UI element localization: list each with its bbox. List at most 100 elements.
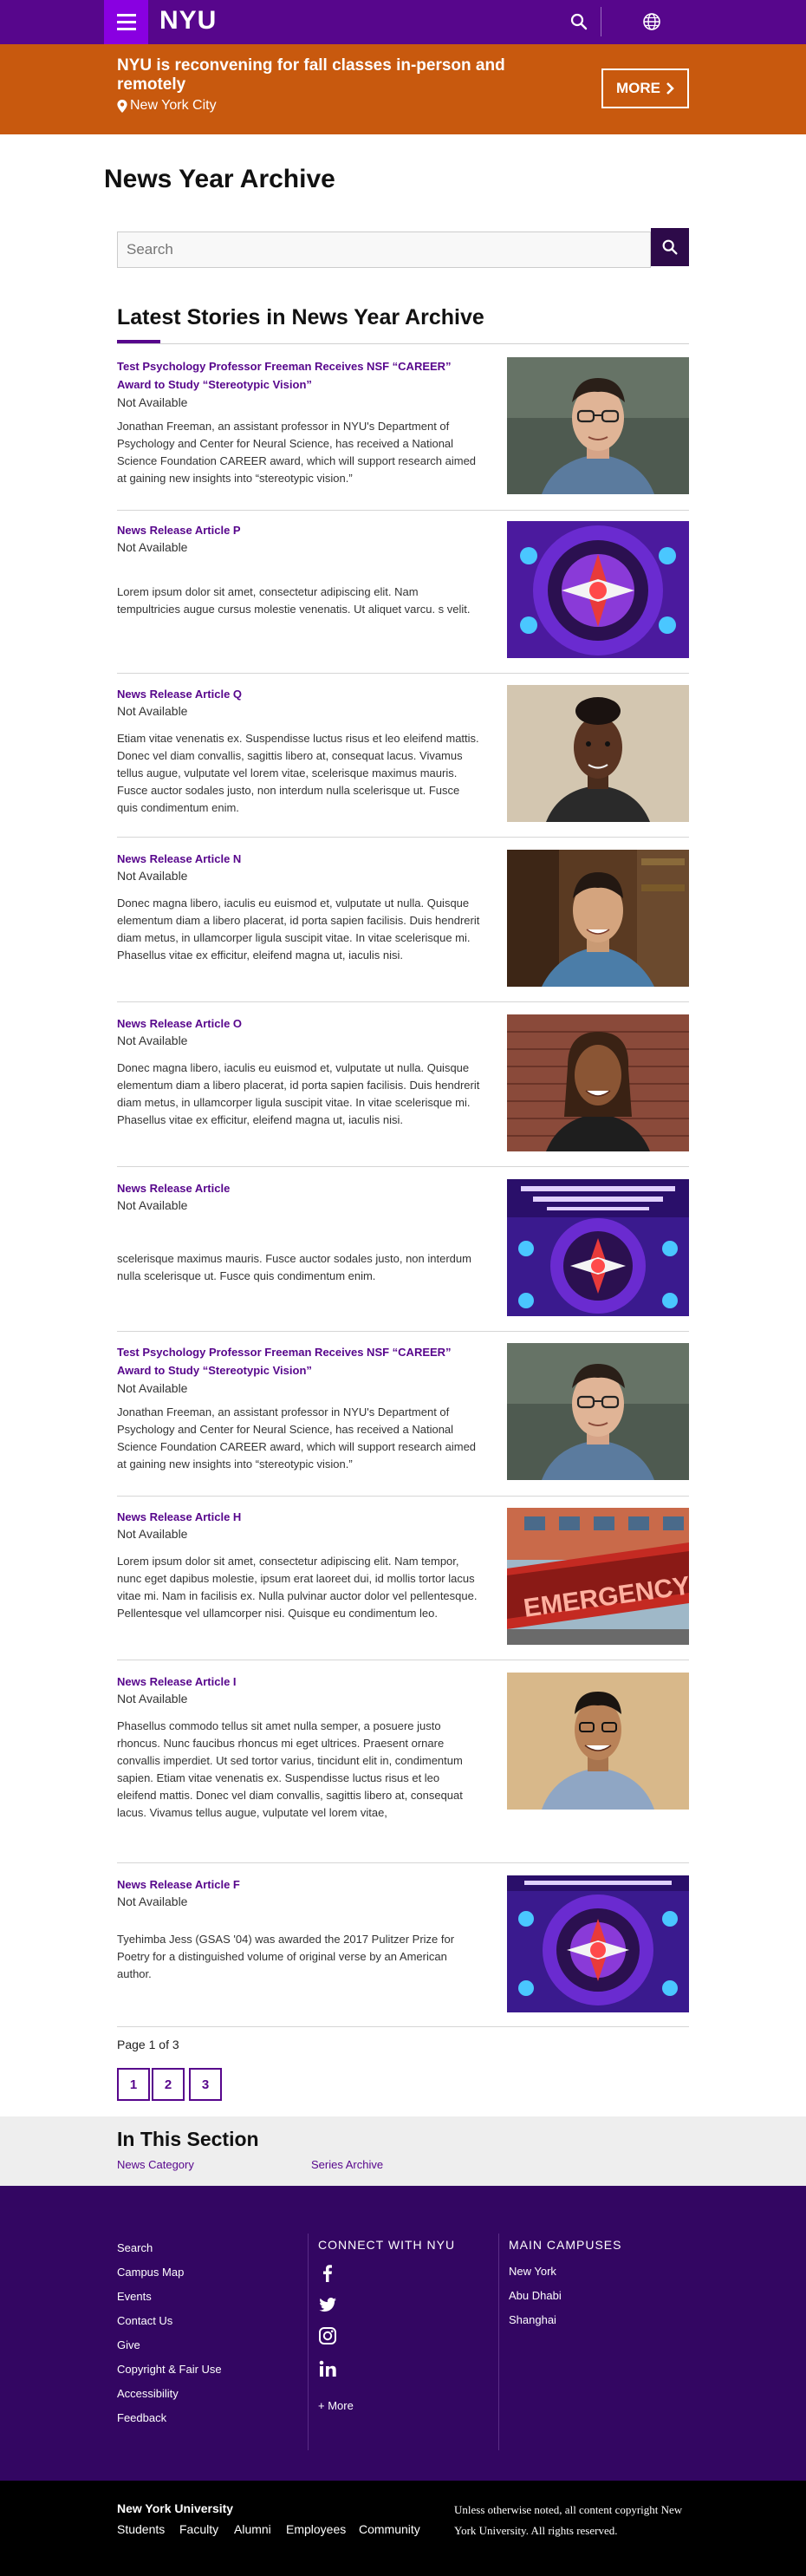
search-field[interactable] xyxy=(117,232,651,268)
footer-link-events[interactable]: Events xyxy=(117,2290,152,2303)
article-title-link[interactable]: News Release Article H xyxy=(117,1508,472,1526)
footer-link-feedback[interactable]: Feedback xyxy=(117,2411,166,2424)
article-date: Not Available xyxy=(117,395,188,409)
campus-abu-dhabi[interactable]: Abu Dhabi xyxy=(509,2289,562,2302)
article-item: News Release Article Not Available scele… xyxy=(117,1179,689,1332)
article-image[interactable] xyxy=(507,1014,689,1151)
facebook-icon[interactable] xyxy=(318,2264,337,2283)
article-description: Jonathan Freeman, an assistant professor… xyxy=(117,420,477,485)
article-image[interactable] xyxy=(507,685,689,822)
article-date: Not Available xyxy=(117,704,188,718)
article-description: Phasellus commodo tellus sit amet nulla … xyxy=(117,1719,463,1819)
footer-link-copyright[interactable]: Copyright & Fair Use xyxy=(117,2363,222,2376)
article-image[interactable] xyxy=(507,357,689,494)
article-title-link[interactable]: News Release Article I xyxy=(117,1673,472,1691)
section-divider xyxy=(117,343,689,344)
article-date: Not Available xyxy=(117,869,188,883)
footer-link-give[interactable]: Give xyxy=(117,2338,140,2351)
article-item: News Release Article N Not Available Don… xyxy=(117,850,689,1002)
article-description: Donec magna libero, iaculis eu euismod e… xyxy=(117,1061,480,1126)
footer-link-search[interactable]: Search xyxy=(117,2241,153,2254)
page-title: News Year Archive xyxy=(104,165,335,193)
alert-title[interactable]: NYU is reconvening for fall classes in-p… xyxy=(117,56,524,95)
instagram-icon[interactable] xyxy=(318,2326,337,2345)
article-date: Not Available xyxy=(117,1692,188,1705)
twitter-icon[interactable] xyxy=(318,2295,337,2314)
article-image[interactable] xyxy=(507,1343,689,1480)
article-item: News Release Article H Not Available Lor… xyxy=(117,1508,689,1660)
article-date: Not Available xyxy=(117,1198,188,1212)
copyright-notice: Unless otherwise noted, all content copy… xyxy=(454,2503,683,2537)
page-2-button[interactable]: 2 xyxy=(152,2068,185,2101)
article-image[interactable] xyxy=(507,1673,689,1810)
bottom-link-students[interactable]: Students xyxy=(117,2522,165,2536)
article-description: Tyehimba Jess (GSAS '04) was awarded the… xyxy=(117,1933,455,1980)
section-title: Latest Stories in News Year Archive xyxy=(117,305,484,329)
nyu-logo[interactable]: NYU xyxy=(159,6,217,36)
article-title-link[interactable]: News Release Article F xyxy=(117,1875,472,1894)
bottom-bar: New York University Students Faculty Alu… xyxy=(0,2481,806,2576)
article-image[interactable] xyxy=(507,1179,689,1316)
footer-link-accessibility[interactable]: Accessibility xyxy=(117,2387,179,2400)
campus-shanghai[interactable]: Shanghai xyxy=(509,2313,556,2326)
search-input[interactable] xyxy=(118,232,650,267)
article-description: scelerisque maximus mauris. Fusce auctor… xyxy=(117,1252,471,1282)
article-date: Not Available xyxy=(117,1034,188,1047)
article-description: Lorem ipsum dolor sit amet, consectetur … xyxy=(117,1555,478,1620)
bottom-link-faculty[interactable]: Faculty xyxy=(179,2522,218,2536)
in-section-title: In This Section xyxy=(117,2128,259,2150)
bottom-link-employees[interactable]: Employees xyxy=(286,2522,346,2536)
map-pin-icon xyxy=(117,99,127,113)
bottom-link-community[interactable]: Community xyxy=(359,2522,420,2536)
article-date: Not Available xyxy=(117,540,188,554)
article-description: Etiam vitae venenatis ex. Suspendisse lu… xyxy=(117,732,479,814)
top-navbar: NYU xyxy=(0,0,806,44)
article-date: Not Available xyxy=(117,1895,188,1908)
bottom-link-alumni[interactable]: Alumni xyxy=(234,2522,271,2536)
more-button-label: MORE xyxy=(616,80,660,96)
article-title-link[interactable]: News Release Article O xyxy=(117,1014,472,1033)
search-icon[interactable] xyxy=(569,11,589,32)
campuses-heading: MAIN CAMPUSES xyxy=(509,2238,622,2252)
footer-divider xyxy=(308,2234,309,2450)
article-image[interactable] xyxy=(507,521,689,658)
article-title-link[interactable]: News Release Article xyxy=(117,1179,472,1197)
article-item: News Release Article Q Not Available Eti… xyxy=(117,685,689,838)
more-button[interactable]: MORE xyxy=(601,68,689,108)
article-title-link[interactable]: News Release Article Q xyxy=(117,685,472,703)
hamburger-menu-icon[interactable] xyxy=(104,0,148,44)
article-image[interactable] xyxy=(507,850,689,987)
article-item: News Release Article I Not Available Pha… xyxy=(117,1673,689,1863)
linkedin-icon[interactable] xyxy=(318,2359,337,2378)
article-item: Test Psychology Professor Freeman Receiv… xyxy=(117,1343,689,1497)
alert-location: New York City xyxy=(117,98,217,114)
globe-icon[interactable] xyxy=(641,11,662,32)
chevron-right-icon xyxy=(666,82,674,95)
article-title-link[interactable]: Test Psychology Professor Freeman Receiv… xyxy=(117,357,472,394)
article-title-link[interactable]: Test Psychology Professor Freeman Receiv… xyxy=(117,1343,472,1379)
article-title-link[interactable]: News Release Article N xyxy=(117,850,472,868)
article-date: Not Available xyxy=(117,1527,188,1541)
series-archive-link[interactable]: Series Archive xyxy=(311,2158,383,2171)
news-category-link[interactable]: News Category xyxy=(117,2158,194,2171)
article-item: News Release Article F Not Available Tye… xyxy=(117,1875,689,2027)
page-3-button[interactable]: 3 xyxy=(189,2068,222,2101)
footer-divider xyxy=(498,2234,499,2450)
search-button[interactable] xyxy=(651,228,689,266)
page-1-button[interactable]: 1 xyxy=(117,2068,150,2101)
footer-link-contact-us[interactable]: Contact Us xyxy=(117,2314,172,2327)
article-image[interactable]: EMERGENCY xyxy=(507,1508,689,1645)
article-item: Test Psychology Professor Freeman Receiv… xyxy=(117,357,689,511)
campus-new-york[interactable]: New York xyxy=(509,2265,556,2278)
article-description: Donec magna libero, iaculis eu euismod e… xyxy=(117,897,480,962)
site-footer: Search Campus Map Events Contact Us Give… xyxy=(0,2186,806,2481)
more-social-link[interactable]: + More xyxy=(318,2399,354,2412)
alert-banner: NYU is reconvening for fall classes in-p… xyxy=(0,44,806,134)
connect-heading: CONNECT WITH NYU xyxy=(318,2238,456,2252)
footer-link-campus-map[interactable]: Campus Map xyxy=(117,2266,184,2279)
in-this-section: In This Section News Category Series Arc… xyxy=(0,2116,806,2186)
article-image[interactable] xyxy=(507,1875,689,2012)
organization-name: New York University xyxy=(117,2501,234,2515)
article-title-link[interactable]: News Release Article P xyxy=(117,521,472,539)
alert-location-text: New York City xyxy=(130,98,217,113)
